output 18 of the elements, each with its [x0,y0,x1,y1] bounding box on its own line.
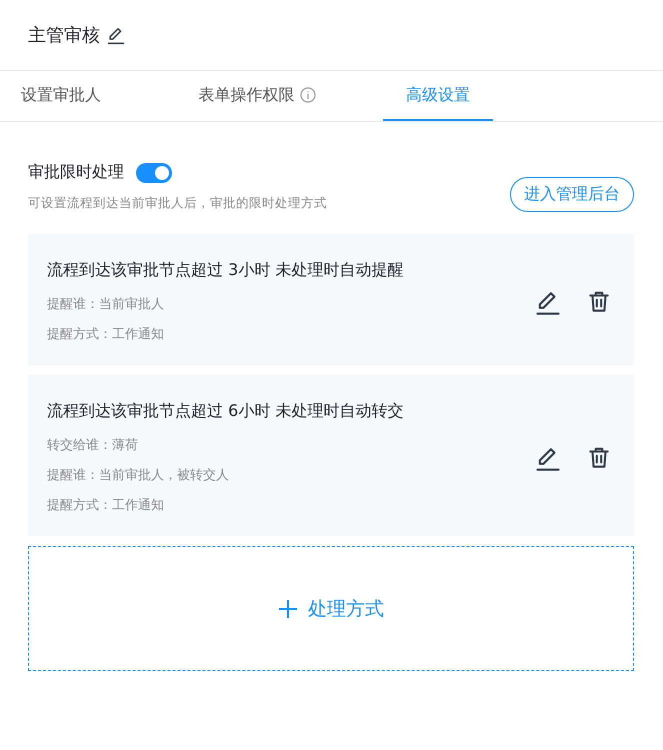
plus-icon [278,598,298,618]
tab[interactable]: 设置审批人 [0,71,122,121]
rule-title: 流程到达该审批节点超过 6小时 未处理时自动转交 [47,401,404,422]
rule-detail: 提醒谁：当前审批人 [47,296,165,313]
setting-label: 审批限时处理 [28,162,124,183]
admin-button[interactable]: 进入管理后台 [510,177,634,212]
toggle-switch[interactable] [136,162,172,182]
node-title: 主管审核 [28,24,100,47]
rule-detail: 提醒方式：工作通知 [47,326,165,343]
rule-detail: 提醒谁：当前审批人，被转交人 [47,467,230,484]
add-method-button[interactable]: 处理方式 [28,546,634,671]
rule-title: 流程到达该审批节点超过 3小时 未处理时自动提醒 [47,260,404,281]
tab[interactable]: 高级设置 [383,71,493,121]
rule-detail: 提醒方式：工作通知 [47,497,165,514]
edit-icon[interactable] [106,25,126,45]
tab[interactable]: 表单操作权限 [162,71,352,121]
rule-detail: 转交给谁：薄荷 [47,437,139,454]
setting-description: 可设置流程到达当前审批人后，审批的限时处理方式 [28,195,327,212]
